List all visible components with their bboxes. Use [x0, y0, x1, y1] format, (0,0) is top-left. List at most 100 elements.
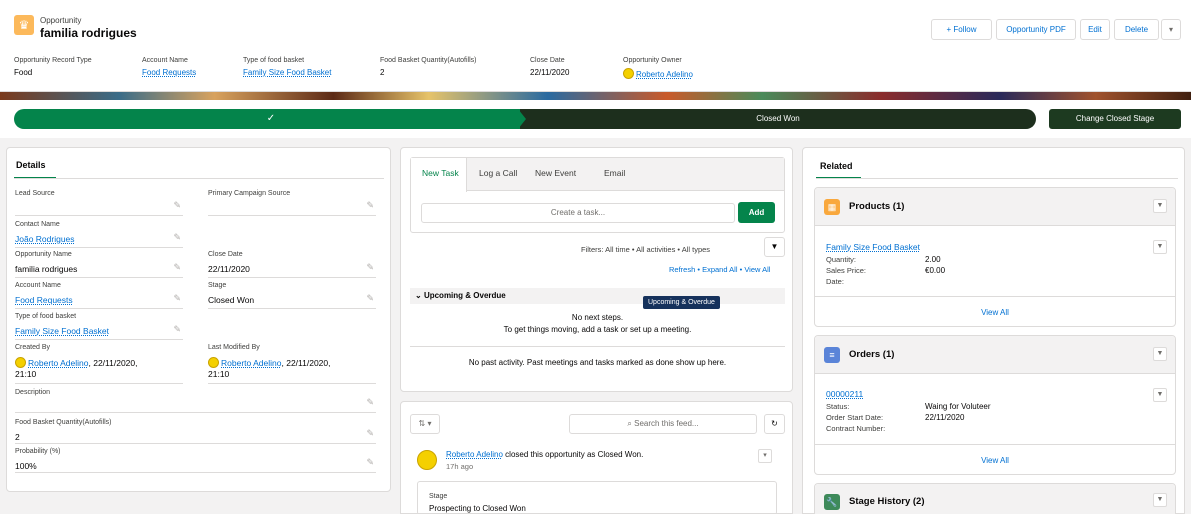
chevron-down-icon[interactable]: ▾ [758, 449, 772, 463]
row-value: 2.00 [925, 255, 941, 264]
pencil-icon[interactable]: ✎ [366, 293, 374, 304]
section-title: Upcoming & Overdue [423, 291, 506, 300]
path-step-closed-won[interactable]: Closed Won [520, 109, 1036, 129]
tab-related[interactable]: Related [820, 161, 853, 171]
order-icon: ≡ [824, 347, 840, 363]
field-label: Probability (%) [15, 448, 61, 455]
pencil-icon[interactable]: ✎ [173, 200, 181, 211]
product-item-link[interactable]: Family Size Food Basket [826, 242, 920, 252]
tab-new-task[interactable]: New Task [422, 168, 459, 178]
pencil-icon[interactable]: ✎ [173, 324, 181, 335]
order-item-link[interactable]: 00000211 [826, 389, 863, 399]
field-opportunity-name: Opportunity Name familia rodrigues ✎ [15, 251, 183, 278]
related-list-header: ▦ Products (1) ▼ [815, 188, 1175, 226]
tab-log-a-call[interactable]: Log a Call [479, 168, 517, 178]
modified-by-link[interactable]: Roberto Adelino [221, 358, 282, 368]
record-header: ♛ Opportunity familia rodrigues + Follow… [0, 0, 1191, 92]
activity-panel: New Task Log a Call New Event Email Crea… [400, 147, 793, 392]
delete-button[interactable]: Delete [1114, 19, 1159, 40]
post-time[interactable]: 17h ago [446, 462, 473, 471]
created-date: , 22/11/2020, [88, 358, 138, 368]
chevron-down-icon[interactable]: ▼ [1153, 199, 1167, 213]
account-name-link[interactable]: Food Requests [142, 68, 196, 77]
field-label: Type of food basket [15, 313, 77, 320]
food-basket-type-link[interactable]: Family Size Food Basket [243, 68, 331, 77]
stage-history-related-list: 🔧 Stage History (2) ▼ [814, 483, 1176, 514]
search-placeholder: Search this feed... [634, 419, 699, 428]
pencil-icon[interactable]: ✎ [366, 262, 374, 273]
field-label: Stage [208, 282, 227, 289]
chevron-down-icon[interactable]: ▼ [1153, 388, 1167, 402]
expand-all-link[interactable]: Expand All [702, 265, 737, 274]
products-title[interactable]: Products (1) [849, 201, 904, 212]
upcoming-overdue-section[interactable]: ⌄ Upcoming & Overdue [410, 288, 785, 304]
tab-details[interactable]: Details [16, 160, 46, 170]
owner-link[interactable]: Roberto Adelino [636, 70, 693, 79]
orders-title[interactable]: Orders (1) [849, 349, 894, 360]
avatar[interactable] [417, 450, 437, 470]
product-icon: ▦ [824, 199, 840, 215]
filters-text: Filters: All time • All activities • All… [581, 245, 711, 254]
stage-history-title[interactable]: Stage History (2) [849, 496, 925, 507]
food-basket-type-link[interactable]: Family Size Food Basket [15, 326, 109, 337]
pencil-icon[interactable]: ✎ [366, 457, 374, 468]
account-name-link[interactable]: Food Requests [15, 295, 73, 306]
view-all-link[interactable]: View All [744, 265, 770, 274]
contact-name-link[interactable]: João Rodrigues [15, 234, 75, 245]
chevron-down-icon: ⌄ [415, 291, 422, 300]
post-action: closed this opportunity as Closed Won. [502, 450, 644, 459]
pencil-icon[interactable]: ✎ [366, 200, 374, 211]
sort-icon[interactable]: ⇅ ▾ [410, 414, 440, 434]
field-value: Roberto Adelino, 22/11/2020, 21:10 [15, 357, 138, 380]
chevron-down-icon[interactable]: ▼ [1153, 493, 1167, 507]
row-label: Date: [826, 277, 844, 286]
pencil-icon[interactable]: ✎ [366, 428, 374, 439]
record-title: familia rodrigues [40, 26, 137, 40]
tab-email[interactable]: Email [604, 168, 625, 178]
field-label: Lead Source [15, 190, 55, 197]
search-feed-input[interactable]: ⌕ Search this feed... [569, 414, 757, 434]
field-primary-campaign-source: Primary Campaign Source ✎ [208, 190, 376, 216]
more-actions-chevron-icon[interactable]: ▾ [1161, 19, 1181, 40]
created-by-link[interactable]: Roberto Adelino [28, 358, 89, 368]
refresh-icon[interactable]: ↻ [764, 414, 785, 434]
path-step-completed[interactable]: ✓ [14, 109, 528, 129]
change-closed-stage-button[interactable]: Change Closed Stage [1049, 109, 1181, 129]
author-link[interactable]: Roberto Adelino [446, 450, 503, 459]
view-all-link[interactable]: View All [815, 456, 1175, 465]
related-list-header: ≡ Orders (1) ▼ [815, 336, 1175, 374]
follow-button[interactable]: + Follow [931, 19, 992, 40]
edit-button[interactable]: Edit [1080, 19, 1110, 40]
row-label: Status: [826, 402, 850, 411]
pencil-icon[interactable]: ✎ [173, 262, 181, 273]
field-label: Close Date [208, 251, 243, 258]
no-steps-hint: To get things moving, add a task or set … [503, 325, 692, 334]
create-task-input[interactable]: Create a task... [421, 203, 735, 223]
view-all-link[interactable]: View All [815, 308, 1175, 317]
row-label: Quantity: [826, 255, 857, 264]
refresh-link[interactable]: Refresh [669, 265, 695, 274]
chevron-down-icon[interactable]: ▼ [1153, 240, 1167, 254]
pencil-icon[interactable]: ✎ [173, 293, 181, 304]
row-label: Order Start Date: [826, 413, 884, 422]
tab-new-event[interactable]: New Event [535, 168, 576, 178]
field-created-by: Created By Roberto Adelino, 22/11/2020, … [15, 344, 183, 384]
chevron-down-icon[interactable]: ▼ [1153, 347, 1167, 361]
field-last-modified-by: Last Modified By Roberto Adelino, 22/11/… [208, 344, 376, 384]
stage-label: Stage [429, 493, 448, 500]
field-stage: Stage Closed Won ✎ [208, 282, 376, 309]
add-task-button[interactable]: Add [738, 202, 775, 223]
field-label: Food Basket Quantity(Autofills) [15, 419, 112, 426]
field-value: 100% [15, 461, 37, 471]
header-field-label: Close Date [530, 57, 565, 64]
activity-actions: Refresh • Expand All • View All [669, 265, 771, 274]
details-panel: Details Lead Source ✎ Primary Campaign S… [6, 147, 391, 492]
divider [14, 178, 384, 179]
pencil-icon[interactable]: ✎ [173, 232, 181, 243]
filter-icon[interactable]: ▼ [764, 237, 785, 257]
field-contact-name: Contact Name João Rodrigues ✎ [15, 221, 183, 248]
opportunity-pdf-button[interactable]: Opportunity PDF [996, 19, 1076, 40]
field-value: 2 [15, 432, 20, 442]
pencil-icon[interactable]: ✎ [366, 397, 374, 408]
field-description: Description ✎ [15, 389, 376, 413]
